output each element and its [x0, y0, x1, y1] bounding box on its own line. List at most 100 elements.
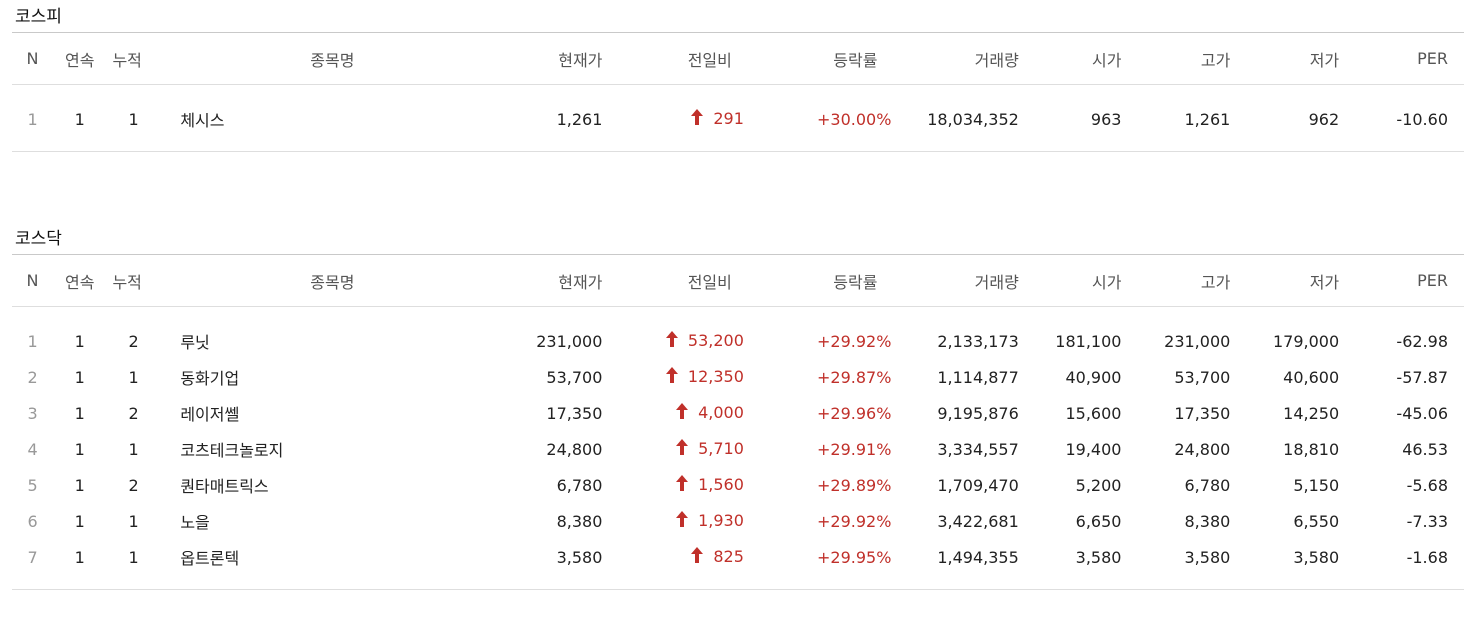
up-arrow-icon: [676, 439, 689, 459]
stock-name-link[interactable]: 옵트론텍: [178, 539, 486, 575]
col-header-rate: 등락률: [833, 50, 878, 70]
high-cell: 8,380: [1184, 511, 1231, 531]
kosdaq-table-header: N 연속 누적 종목명 현재가 전일비 등락률 거래량 시가 고가 저가 PER: [12, 254, 1464, 307]
change-value: 1,930: [698, 511, 744, 530]
low-cell: 179,000: [1272, 331, 1340, 351]
cumulative-cell: 1: [128, 547, 139, 567]
spacer-cell: [12, 307, 1464, 324]
consecutive-cell: 1: [74, 547, 85, 567]
open-cell: 6,650: [1075, 511, 1122, 531]
change-cell: 825: [640, 539, 773, 575]
col-header-consecutive: 연속: [65, 272, 95, 292]
volume-cell: 9,195,876: [937, 403, 1019, 423]
volume-cell: 1,114,877: [937, 367, 1019, 387]
change-value: 4,000: [698, 403, 744, 422]
per-cell: 46.53: [1402, 439, 1448, 459]
table-row[interactable]: 2 1 1 동화기업 53,700 12,350 +29.87% 1,114,877 40,90…: [12, 359, 1464, 395]
stock-name-link[interactable]: 레이저쎌: [178, 395, 486, 431]
volume-cell: 3,422,681: [937, 511, 1019, 531]
change-value: 12,350: [687, 367, 744, 386]
price-cell: 231,000: [536, 331, 603, 351]
per-cell: -1.68: [1406, 547, 1448, 567]
change-value: 5,710: [698, 439, 744, 458]
rank-cell: 5: [27, 475, 38, 495]
col-header-rate: 등락률: [833, 272, 878, 292]
table-row[interactable]: 5 1 2 퀀타매트릭스 6,780 1,560 +29.89% 1,709,470 5,200…: [12, 467, 1464, 503]
low-cell: 6,550: [1293, 511, 1340, 531]
table-row[interactable]: 1 1 2 루닛 231,000 53,200 +29.92% 2,133,173 181,10…: [12, 323, 1464, 359]
rate-cell: +30.00%: [817, 109, 892, 129]
high-cell: 6,780: [1184, 475, 1231, 495]
change-cell: 1,560: [640, 467, 773, 503]
open-cell: 40,900: [1065, 367, 1122, 387]
change-value: 825: [713, 547, 744, 566]
kospi-table: N 연속 누적 종목명 현재가 전일비 등락률 거래량 시가 고가 저가 PER…: [12, 32, 1464, 152]
price-cell: 53,700: [546, 367, 603, 387]
high-cell: 231,000: [1164, 331, 1231, 351]
table-row[interactable]: 3 1 2 레이저쎌 17,350 4,000 +29.96% 9,195,876 15,600…: [12, 395, 1464, 431]
spacer-cell: [12, 85, 1464, 102]
stock-name-link[interactable]: 동화기업: [178, 359, 486, 395]
col-header-high: 고가: [1200, 50, 1231, 70]
bottom-border-cell: [12, 137, 1464, 152]
volume-cell: 1,709,470: [937, 475, 1019, 495]
rank-cell: 7: [27, 547, 38, 567]
col-header-change: 전일비: [687, 50, 732, 70]
col-header-n: N: [26, 49, 39, 68]
high-cell: 3,580: [1184, 547, 1231, 567]
change-value: 1,560: [698, 475, 744, 494]
col-header-per: PER: [1417, 271, 1448, 290]
kospi-title: 코스피: [15, 7, 62, 27]
kosdaq-section: 코스닥 N 연속 누적 종목명 현재가 전일비 등락률 거래량 시가 고가 저가…: [12, 224, 1464, 590]
change-cell: 12,350: [640, 359, 773, 395]
cumulative-cell: 2: [128, 403, 139, 423]
consecutive-cell: 1: [74, 403, 85, 423]
col-header-low: 저가: [1309, 50, 1340, 70]
per-cell: -7.33: [1406, 511, 1448, 531]
col-header-name: 종목명: [310, 272, 355, 292]
col-header-volume: 거래량: [974, 50, 1019, 70]
stock-name-link[interactable]: 퀀타매트릭스: [178, 467, 486, 503]
low-cell: 40,600: [1283, 367, 1340, 387]
col-header-high: 고가: [1200, 272, 1231, 292]
rate-cell: +29.89%: [817, 475, 892, 495]
rate-cell: +29.87%: [817, 367, 892, 387]
stock-name-link[interactable]: 체시스: [178, 101, 486, 137]
table-row[interactable]: 1 1 1 체시스 1,261 291 +30.00% 18,034,352 963 1,261 9…: [12, 101, 1464, 137]
rank-cell: 6: [27, 511, 38, 531]
kospi-table-body: 1 1 1 체시스 1,261 291 +30.00% 18,034,352 963 1,261 9…: [12, 85, 1464, 152]
stock-name-link[interactable]: 루닛: [178, 323, 486, 359]
per-cell: -10.60: [1396, 109, 1448, 129]
volume-cell: 1,494,355: [937, 547, 1019, 567]
rank-cell: 4: [27, 439, 38, 459]
col-header-low: 저가: [1309, 272, 1340, 292]
change-value: 291: [713, 109, 744, 128]
table-row[interactable]: 7 1 1 옵트론텍 3,580 825 +29.95% 1,494,355 3,580 3,58…: [12, 539, 1464, 575]
row-spacer: [12, 85, 1464, 102]
col-header-change: 전일비: [687, 272, 732, 292]
table-row[interactable]: 6 1 1 노을 8,380 1,930 +29.92% 3,422,681 6,650 8,38…: [12, 503, 1464, 539]
consecutive-cell: 1: [74, 475, 85, 495]
up-arrow-icon: [676, 511, 689, 531]
kospi-table-header: N 연속 누적 종목명 현재가 전일비 등락률 거래량 시가 고가 저가 PER: [12, 32, 1464, 85]
change-value: 53,200: [687, 331, 744, 350]
up-arrow-icon: [676, 475, 689, 495]
price-cell: 8,380: [556, 511, 603, 531]
col-header-per: PER: [1417, 49, 1448, 68]
change-cell: 5,710: [640, 431, 773, 467]
high-cell: 17,350: [1174, 403, 1231, 423]
rank-cell: 3: [27, 403, 38, 423]
change-cell: 1,930: [640, 503, 773, 539]
low-cell: 14,250: [1283, 403, 1340, 423]
high-cell: 53,700: [1174, 367, 1231, 387]
stock-name-link[interactable]: 노을: [178, 503, 486, 539]
col-header-price: 현재가: [558, 272, 603, 292]
table-bottom-border: [12, 575, 1464, 590]
stock-name-link[interactable]: 코츠테크놀로지: [178, 431, 486, 467]
rank-cell: 1: [27, 109, 38, 129]
col-header-volume: 거래량: [974, 272, 1019, 292]
kospi-section: 코스피 N 연속 누적 종목명 현재가 전일비 등락률 거래량 시가 고가 저가…: [12, 2, 1464, 152]
per-cell: -45.06: [1396, 403, 1448, 423]
table-row[interactable]: 4 1 1 코츠테크놀로지 24,800 5,710 +29.91% 3,334,557 19,…: [12, 431, 1464, 467]
rate-cell: +29.92%: [817, 331, 892, 351]
